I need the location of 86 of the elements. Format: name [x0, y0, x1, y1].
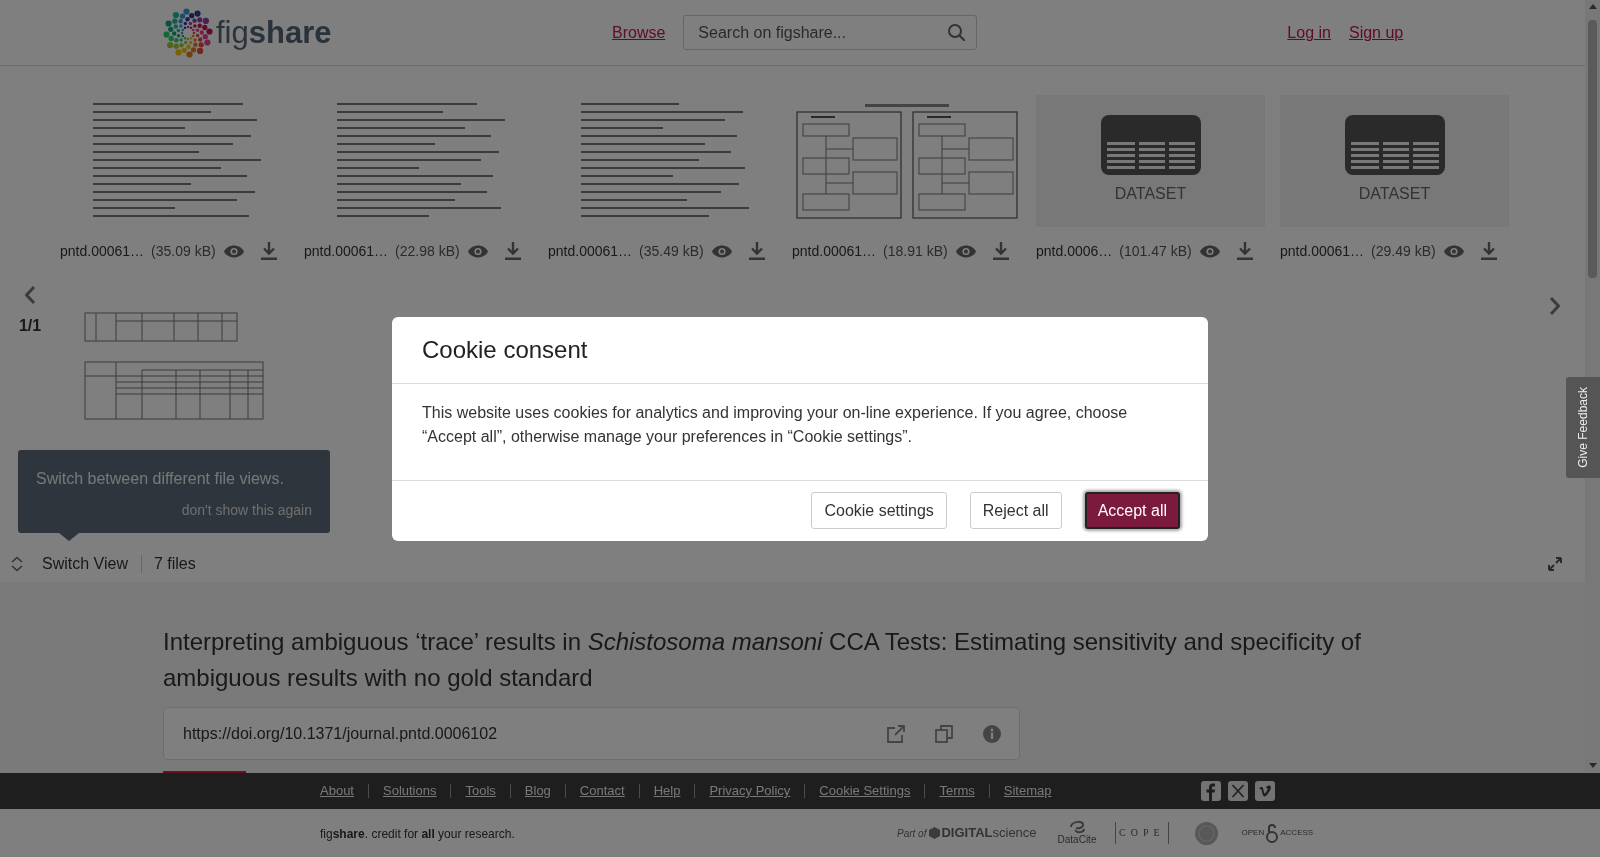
chevron-left-icon[interactable] — [24, 284, 36, 305]
dataset-tile[interactable]: DATASET — [1280, 95, 1509, 227]
download-icon[interactable] — [260, 242, 277, 260]
file-type-label: DATASET — [1114, 185, 1187, 203]
footer-link[interactable]: Tools — [465, 781, 496, 801]
eye-icon[interactable] — [1443, 244, 1464, 258]
file-size: (35.09 kB) — [151, 241, 216, 261]
tagline: figshare. credit for all your research. — [320, 827, 515, 841]
vimeo-icon[interactable] — [1255, 781, 1275, 801]
flow-diagram-thumbnail[interactable] — [794, 102, 1019, 220]
eye-icon[interactable] — [711, 244, 732, 258]
download-icon[interactable] — [992, 242, 1009, 260]
download-icon[interactable] — [504, 242, 521, 260]
article-title: Interpreting ambiguous ‘trace’ results in Schistosoma mansoni CCA Tests: Estimating sensitivity and specificity of ambiguous results with no gold standard — [163, 627, 1362, 693]
dismiss-link[interactable]: don't show this again — [181, 501, 312, 519]
file-size: (18.91 kB) — [883, 241, 948, 261]
feedback-tab[interactable]: Give Feedback — [1566, 377, 1600, 478]
file-size: (35.49 kB) — [639, 241, 704, 261]
tooltip-message: Switch between different file views. — [36, 469, 285, 489]
footer-link[interactable]: About — [320, 781, 354, 801]
eye-icon[interactable] — [1199, 244, 1220, 258]
table-icon — [1344, 115, 1445, 175]
logo-wordmark[interactable]: DIGITALscience — [941, 823, 1037, 843]
table-icon — [1100, 115, 1201, 175]
dataset-tile[interactable]: DATASET — [1036, 95, 1265, 227]
scrollbar-thumb[interactable] — [1588, 20, 1597, 278]
footer-link[interactable]: Contact — [579, 781, 625, 801]
eye-icon[interactable] — [467, 244, 488, 258]
file-size: (101.47 kB) — [1119, 241, 1192, 261]
seal-icon[interactable] — [1194, 821, 1218, 845]
switch-view-button[interactable]: Switch View — [10, 552, 128, 576]
file-name[interactable]: pntd.00061… — [60, 240, 145, 262]
logo-wordmark[interactable]: ACCESS — [1280, 828, 1314, 838]
external-link-icon[interactable] — [887, 724, 905, 743]
expand-icon[interactable] — [1548, 557, 1562, 571]
table-thumbnail[interactable] — [83, 311, 266, 421]
scroll-up-icon[interactable] — [1588, 4, 1597, 9]
file-name[interactable]: pntd.00061… — [792, 240, 877, 262]
file-name[interactable]: pntd.00061… — [304, 240, 389, 262]
logo-wordmark[interactable]: COPE — [1115, 822, 1169, 844]
chevrons-icon — [10, 556, 24, 572]
x-logo-icon[interactable] — [1228, 781, 1248, 801]
file-name[interactable]: pntd.00061… — [548, 240, 633, 262]
chevron-right-icon[interactable] — [1549, 296, 1561, 316]
download-icon[interactable] — [1236, 242, 1253, 260]
footer-link[interactable]: Cookie Settings — [819, 781, 911, 801]
account-link[interactable]: Log in — [1287, 20, 1331, 45]
logo-wordmark[interactable]: OPEN — [1241, 828, 1265, 838]
search-icon[interactable] — [948, 24, 966, 41]
file-count: 7 files — [153, 554, 196, 574]
footer-link[interactable]: Help — [653, 781, 681, 801]
footer-link[interactable]: Privacy Policy — [709, 781, 791, 801]
account-link[interactable]: Sign up — [1348, 20, 1404, 45]
padlock-icon — [1266, 823, 1279, 843]
info-icon[interactable] — [983, 724, 1001, 743]
page-counter: 1/1 — [18, 315, 42, 336]
footer-link[interactable]: Terms — [939, 781, 975, 801]
logo-text[interactable]: figshare — [216, 12, 332, 53]
scroll-down-icon[interactable] — [1588, 763, 1597, 768]
copy-icon[interactable] — [935, 724, 953, 743]
footer-link[interactable]: Solutions — [383, 781, 437, 801]
footer-link[interactable]: Blog — [524, 781, 551, 801]
facebook-icon[interactable] — [1201, 781, 1221, 801]
download-icon[interactable] — [748, 242, 765, 260]
logo-wordmark[interactable]: DataCite — [1057, 834, 1097, 846]
swirl-icon — [1069, 820, 1085, 834]
hexagon-icon — [929, 827, 941, 839]
search-field[interactable]: Search on figshare... — [683, 15, 978, 50]
file-size: (29.49 kB) — [1371, 241, 1436, 261]
download-icon[interactable] — [1480, 242, 1497, 260]
logo-caption: Part of — [897, 826, 927, 841]
dialog-title: Cookie consent — [422, 334, 588, 365]
dialog-button[interactable]: Reject all — [969, 492, 1062, 529]
dialog-button[interactable]: Cookie settings — [811, 492, 947, 529]
footer-link[interactable]: Sitemap — [1003, 781, 1052, 801]
logo-icon[interactable] — [163, 7, 213, 58]
file-name[interactable]: pntd.0006… — [1036, 240, 1113, 262]
dialog-button[interactable]: Accept all — [1084, 492, 1180, 529]
dialog-message: This website uses cookies for analytics and improving your on-line experience. If you agree, choose “Accept all”, otherwise manage your preferences in “Cookie settings”. — [422, 402, 1129, 447]
doi-link[interactable]: https://doi.org/10.1371/journal.pntd.0006102 — [183, 721, 498, 746]
file-type-label: DATASET — [1358, 185, 1431, 203]
file-name[interactable]: pntd.00061… — [1280, 240, 1365, 262]
nav-link[interactable]: Browse — [612, 20, 666, 45]
eye-icon[interactable] — [223, 244, 244, 258]
eye-icon[interactable] — [955, 244, 976, 258]
file-size: (22.98 kB) — [395, 241, 460, 261]
